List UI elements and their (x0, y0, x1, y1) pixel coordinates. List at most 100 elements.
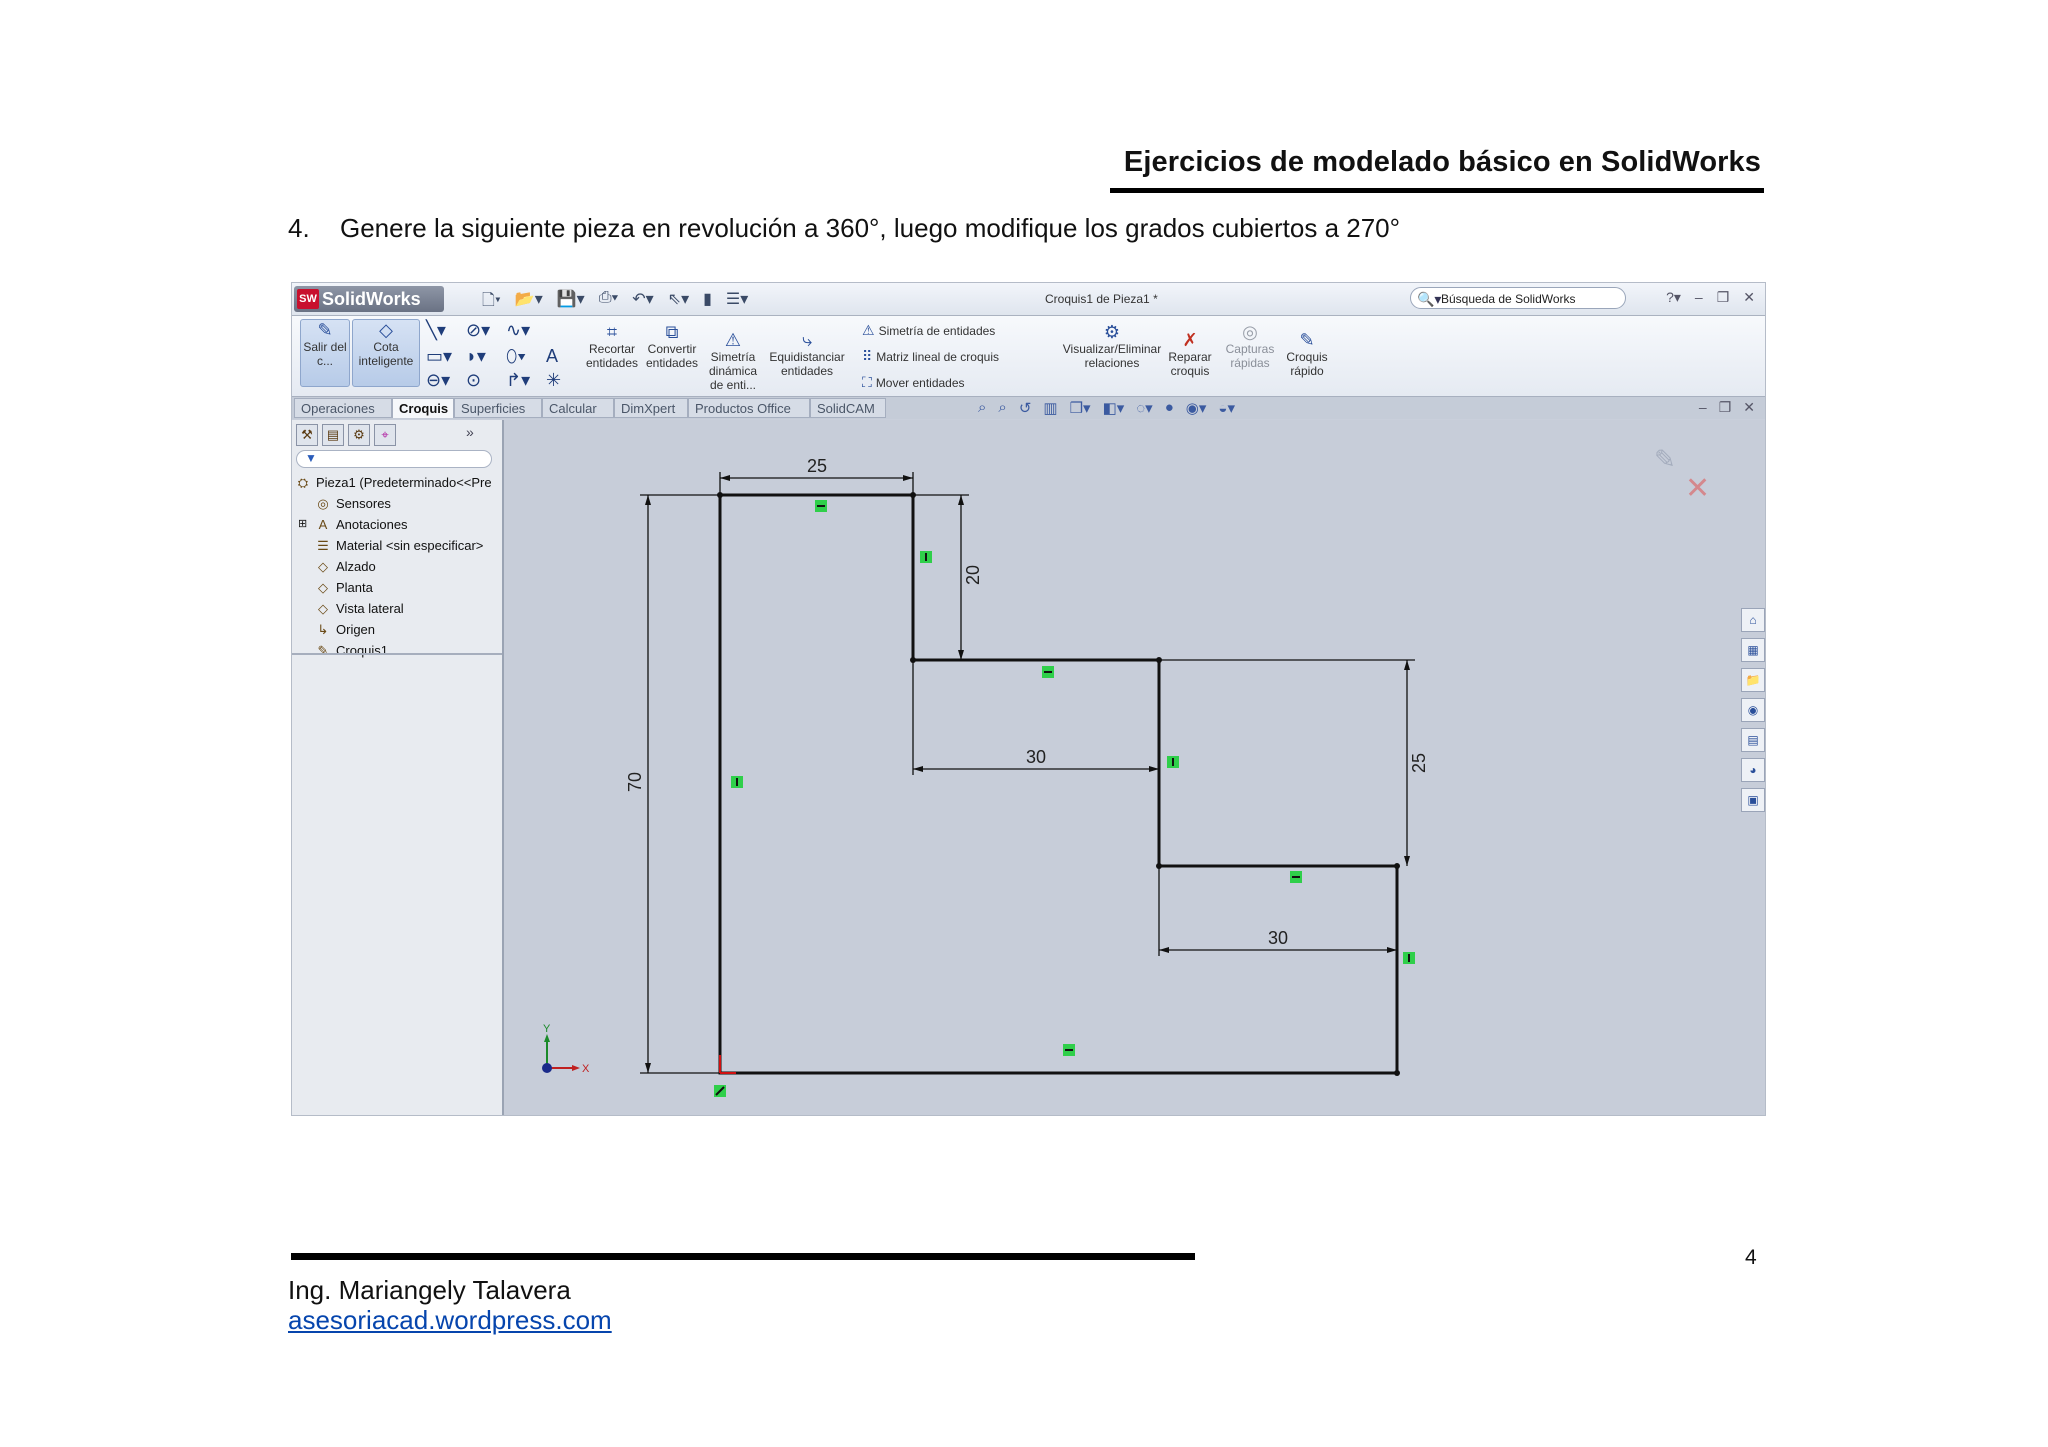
sketch-vertices (717, 492, 1400, 1076)
help-icon[interactable]: ?▾ (1666, 289, 1681, 306)
exit-sketch-button[interactable]: ✎ Salir del c... (300, 319, 350, 387)
ellipse-icon[interactable]: ⬯▾ (506, 346, 526, 367)
dimxpert-manager-tab-icon[interactable]: ⌖ (374, 424, 396, 446)
dim-top-step-height[interactable]: 20 (963, 565, 983, 585)
point-icon[interactable]: ✳ (546, 370, 561, 391)
graphics-area[interactable]: 25 20 30 25 30 70 Y X ✎ ✕ ⌂ ▦ 📁 ◉ ▤ ◕ ▣ (504, 420, 1765, 1115)
tree-label: Pieza1 (Predeterminado<<Pre (316, 475, 492, 490)
polygon-icon[interactable]: ⊙ (466, 370, 481, 391)
appearance-icon[interactable]: ● (1165, 399, 1174, 417)
solidworks-logo[interactable]: SW SolidWorks (294, 286, 444, 312)
tab-superficies[interactable]: Superficies (454, 398, 542, 418)
tree-item-top-plane[interactable]: ◇ Planta (314, 577, 492, 598)
view-orientation-icon[interactable]: ❒▾ (1070, 399, 1091, 417)
open-folder-icon[interactable]: 📂▾ (515, 289, 543, 316)
tab-dimxpert[interactable]: DimXpert (614, 398, 688, 418)
text-icon[interactable]: A (546, 346, 558, 367)
arc-icon[interactable]: ◗▾ (466, 346, 486, 367)
property-manager-tab-icon[interactable]: ▤ (322, 424, 344, 446)
linear-pattern-button[interactable]: ⠿ Matriz lineal de croquis (862, 348, 999, 365)
tab-solidcam[interactable]: SolidCAM (810, 398, 886, 418)
slot-icon[interactable]: ⊖▾ (426, 370, 450, 391)
tab-croquis[interactable]: Croquis (392, 398, 454, 418)
rebuild-icon[interactable]: ▮ (703, 289, 712, 316)
zoom-area-icon[interactable]: ⌕ (998, 399, 1006, 417)
convert-button[interactable]: ⧉ Convertir entidades (642, 322, 702, 370)
options-icon[interactable]: ☰▾ (726, 289, 748, 316)
previous-view-icon[interactable]: ↺ (1019, 399, 1032, 417)
exit-sketch-corner-icon[interactable]: ✎ (1654, 444, 1676, 474)
feature-manager-tab-icon[interactable]: ⚒ (296, 424, 318, 446)
relations-button[interactable]: ⚙ Visualizar/Eliminar relaciones (1062, 322, 1162, 370)
line-icon[interactable]: ╲▾ (426, 320, 446, 341)
viewport-close-icon[interactable]: ✕ (1743, 399, 1755, 416)
section-view-icon[interactable]: ▥ (1043, 399, 1057, 417)
website-link[interactable]: asesoriacad.wordpress.com (288, 1305, 612, 1336)
mirror-entities-button[interactable]: ⚠ Simetría de entidades (862, 322, 995, 339)
search-input[interactable]: 🔍▾ Búsqueda de SolidWorks (1410, 287, 1626, 309)
hide-show-icon[interactable]: ◌▾ (1136, 399, 1152, 417)
display-style-icon[interactable]: ◧▾ (1103, 399, 1125, 417)
trim-button[interactable]: ⌗ Recortar entidades (582, 322, 642, 370)
filter-input[interactable]: ▼ (296, 450, 492, 468)
expand-plus-icon[interactable]: ⊞ (298, 514, 314, 535)
tree-item-annotations[interactable]: ⊞ A Anotaciones (298, 514, 492, 535)
circle-icon[interactable]: ⊘▾ (466, 320, 490, 341)
tab-operaciones[interactable]: Operaciones (294, 398, 392, 418)
spline-icon[interactable]: ∿▾ (506, 320, 530, 341)
feature-manager-panel: ⚒ ▤ ⚙ ⌖ » ▼ ⛭ Pieza1 (Predeterminado<<Pre… (292, 420, 504, 1115)
search-results-icon[interactable]: ◉ (1741, 698, 1765, 722)
minimize-icon[interactable]: – (1695, 289, 1703, 306)
tree-item-material[interactable]: ☰ Material <sin especificar> (314, 535, 492, 556)
fillet-icon[interactable]: ↱▾ (506, 370, 530, 391)
save-icon[interactable]: 💾▾ (557, 289, 585, 316)
configuration-manager-tab-icon[interactable]: ⚙ (348, 424, 370, 446)
tree-item-sensors[interactable]: ◎ Sensores (314, 493, 492, 514)
custom-properties-icon[interactable]: ▣ (1741, 788, 1765, 812)
dim-mid-step-height[interactable]: 25 (1409, 753, 1429, 773)
discard-changes-icon[interactable]: ✕ (1685, 472, 1710, 505)
move-icon: ⛶ (862, 374, 872, 390)
repair-sketch-button[interactable]: ✗ Reparar croquis (1164, 330, 1216, 378)
dim-top-width[interactable]: 25 (807, 456, 827, 476)
offset-button[interactable]: ⤷ Equidistanciar entidades (768, 330, 846, 378)
dim-mid-width[interactable]: 30 (1026, 747, 1046, 767)
document-header-title: Ejercicios de modelado básico en SolidWo… (1123, 146, 1761, 178)
close-icon[interactable]: ✕ (1743, 289, 1755, 306)
tree-item-sketch1[interactable]: ✎ Croquis1 (314, 640, 492, 661)
design-library-icon[interactable]: ▦ (1741, 638, 1765, 662)
viewport-minimize-icon[interactable]: – (1699, 399, 1707, 416)
viewport-restore-icon[interactable]: ❐ (1719, 399, 1732, 416)
print-icon[interactable]: ⎙▾ (599, 289, 619, 316)
tree-item-right-plane[interactable]: ◇ Vista lateral (314, 598, 492, 619)
undo-icon[interactable]: ↶▾ (632, 289, 653, 316)
new-document-icon[interactable]: 🗋▾ (482, 289, 501, 316)
rectangle-icon[interactable]: ▭▾ (426, 346, 452, 367)
tree-item-part[interactable]: ⛭ Pieza1 (Predeterminado<<Pre (294, 472, 492, 493)
file-explorer-icon[interactable]: 📁 (1741, 668, 1765, 692)
appearances-icon[interactable]: ◕ (1741, 758, 1765, 782)
header-rule (1110, 188, 1764, 193)
command-manager-tabs: Operaciones Croquis Superficies Calcular… (292, 397, 1765, 419)
move-entities-button[interactable]: ⛶ Mover entidades (862, 374, 965, 391)
dim-total-height[interactable]: 70 (625, 772, 645, 792)
expand-chevron-icon[interactable]: » (466, 424, 474, 446)
view-palette-icon[interactable]: ▤ (1741, 728, 1765, 752)
tab-productos-office[interactable]: Productos Office (688, 398, 810, 418)
home-icon[interactable]: ⌂ (1741, 608, 1765, 632)
dim-bottom-width[interactable]: 30 (1268, 928, 1288, 948)
tab-calcular[interactable]: Calcular (542, 398, 614, 418)
rapid-sketch-button[interactable]: ✎ Croquis rápido (1282, 330, 1332, 378)
view-settings-icon[interactable]: ◒▾ (1218, 399, 1235, 417)
tree-item-front-plane[interactable]: ◇ Alzado (314, 556, 492, 577)
zoom-to-fit-icon[interactable]: ⌕ (978, 399, 986, 417)
quick-snaps-button[interactable]: ◎ Capturas rápidas (1222, 322, 1278, 370)
smart-dimension-button[interactable]: ◇ Cota inteligente (352, 319, 420, 387)
scene-icon[interactable]: ◉▾ (1186, 399, 1207, 417)
mirror-icon: ⚠ (862, 322, 875, 338)
tree-item-origin[interactable]: ↳ Origen (314, 619, 492, 640)
restore-icon[interactable]: ❐ (1717, 289, 1730, 306)
exercise-number: 4. (288, 213, 310, 243)
select-pointer-icon[interactable]: ⇖▾ (668, 289, 689, 316)
dynamic-mirror-button[interactable]: ⚠ Simetría dinámica de enti... (704, 330, 762, 392)
